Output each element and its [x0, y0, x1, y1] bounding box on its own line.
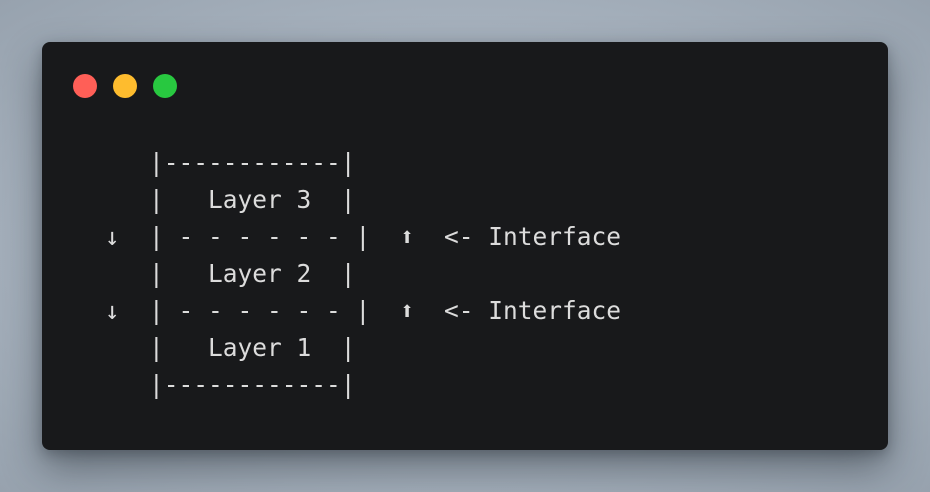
- code-window: |------------| | Layer 3 | ↓ | - - - - -…: [42, 42, 888, 450]
- maximize-button[interactable]: [153, 74, 177, 98]
- close-button[interactable]: [73, 74, 97, 98]
- code-line-interface-2: ↓ | - - - - - - | ⬆ <- Interface: [90, 296, 622, 325]
- minimize-button[interactable]: [113, 74, 137, 98]
- code-line-bottom-border: |------------|: [90, 370, 356, 399]
- code-line-layer-1: | Layer 1 |: [90, 333, 356, 362]
- code-line-top-border: |------------|: [90, 148, 356, 177]
- code-line-interface-1: ↓ | - - - - - - | ⬆ <- Interface: [90, 222, 622, 251]
- code-line-layer-2: | Layer 2 |: [90, 259, 356, 288]
- window-controls: [73, 74, 177, 98]
- code-line-layer-3: | Layer 3 |: [90, 185, 356, 214]
- code-block: |------------| | Layer 3 | ↓ | - - - - -…: [90, 144, 621, 403]
